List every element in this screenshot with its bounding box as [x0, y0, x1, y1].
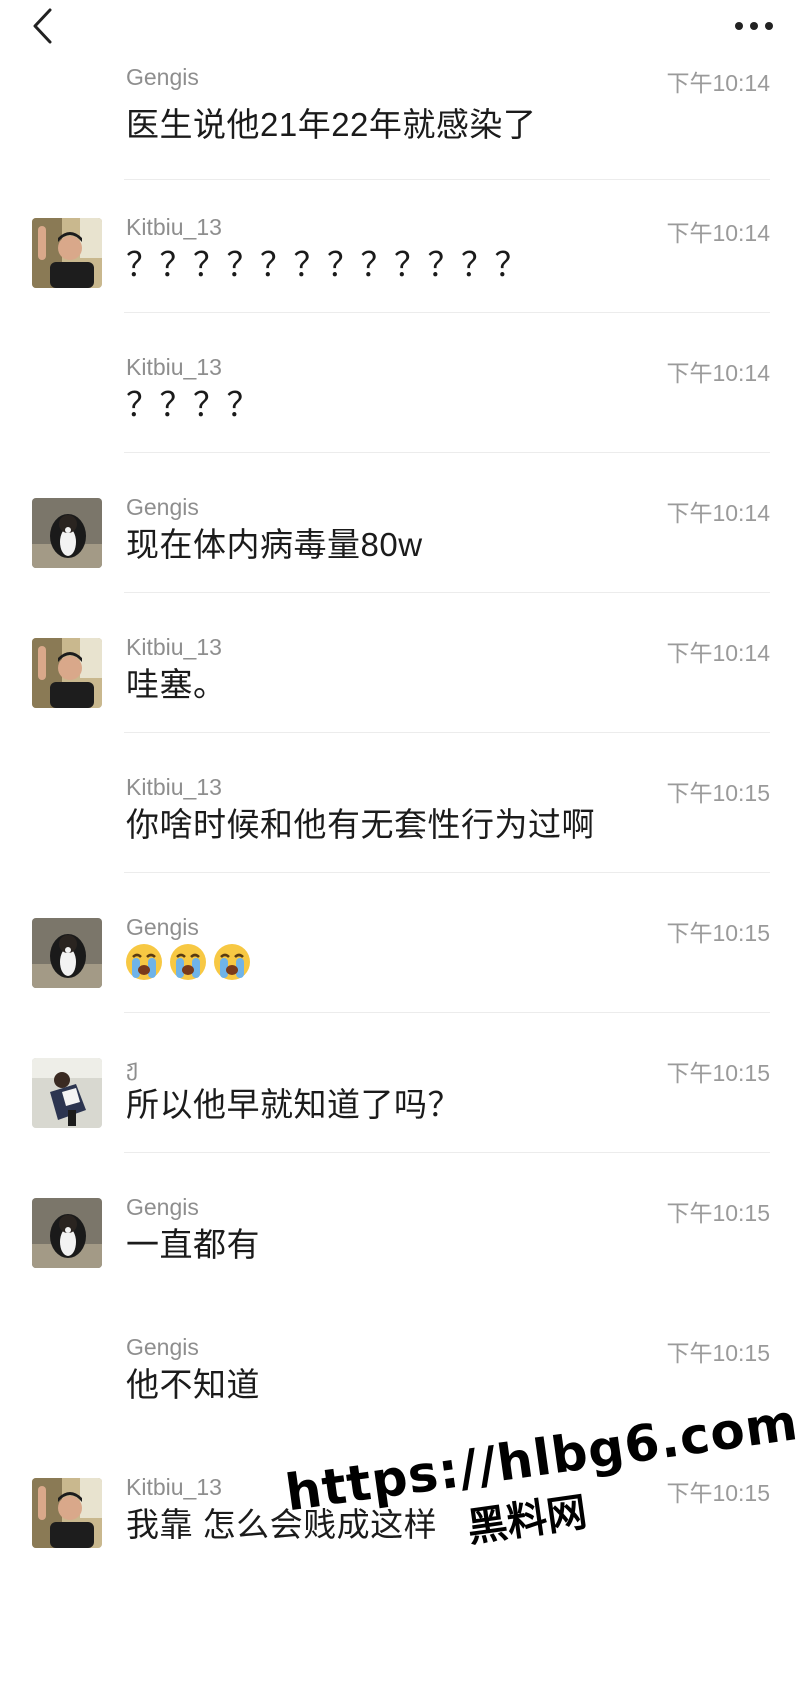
avatar-man-image [32, 218, 102, 288]
avatar-dog-image [32, 1198, 102, 1268]
message-text: 一直都有 [126, 1226, 260, 1263]
message-time: 下午10:15 [666, 1060, 770, 1086]
avatar-man-image [32, 638, 102, 708]
avatar[interactable] [32, 918, 102, 988]
divider [124, 872, 770, 873]
sender-name: ჟ [126, 1054, 138, 1080]
message-item[interactable]: Kitbiu_13 下午10:14 ？？？？？？？？？？？？ [0, 212, 800, 362]
divider [124, 592, 770, 593]
sender-name: Kitbiu_13 [126, 1474, 222, 1500]
message-item[interactable]: Gengis 下午10:15 [0, 912, 800, 1062]
sender-name: Gengis [126, 1334, 199, 1360]
message-time: 下午10:14 [666, 70, 770, 96]
message-item[interactable]: Gengis 下午10:14 现在体内病毒量80w [0, 492, 800, 642]
chevron-left-icon [33, 8, 52, 44]
message-item[interactable]: Kitbiu_13 下午10:14 哇塞。 [0, 632, 800, 782]
message-time: 下午10:15 [666, 920, 770, 946]
avatar[interactable] [32, 638, 102, 708]
sender-name: Kitbiu_13 [126, 354, 222, 380]
more-options-button[interactable] [730, 8, 778, 44]
sender-name: Kitbiu_13 [126, 214, 222, 240]
message-text: ？？？？？？？？？？？？ [126, 246, 528, 283]
top-bar [0, 0, 800, 64]
message-text: 哇塞。 [126, 666, 227, 703]
more-horizontal-icon [735, 22, 773, 30]
message-time: 下午10:15 [666, 1200, 770, 1226]
divider [124, 732, 770, 733]
sender-name: Kitbiu_13 [126, 774, 222, 800]
divider [124, 179, 770, 180]
message-time: 下午10:15 [666, 780, 770, 806]
message-text: 医生说他21年22年就感染了 [126, 106, 537, 143]
message-item[interactable]: Kitbiu_13 下午10:14 ？？？？ [0, 352, 800, 502]
message-item[interactable]: ჟ 下午10:15 所以他早就知道了吗？ [0, 1052, 800, 1202]
message-item[interactable]: Gengis 下午10:15 一直都有 [0, 1192, 800, 1342]
crying-face-icon [214, 944, 250, 980]
sender-name: Gengis [126, 914, 199, 940]
sender-name: Gengis [126, 64, 199, 90]
message-time: 下午10:14 [666, 640, 770, 666]
message-text: 你啥时候和他有无套性行为过啊 [126, 806, 595, 843]
avatar[interactable] [32, 498, 102, 568]
message-time: 下午10:15 [666, 1340, 770, 1366]
message-text: 他不知道 [126, 1366, 260, 1403]
avatar[interactable] [32, 1058, 102, 1128]
crying-face-icon [170, 944, 206, 980]
message-time: 下午10:14 [666, 220, 770, 246]
divider [124, 1152, 770, 1153]
message-item[interactable]: Kitbiu_13 下午10:15 你啥时候和他有无套性行为过啊 [0, 772, 800, 922]
message-item[interactable]: Gengis 下午10:14 医生说他21年22年就感染了 [0, 62, 800, 212]
sender-name: Gengis [126, 494, 199, 520]
avatar-dog-image [32, 918, 102, 988]
divider [124, 1012, 770, 1013]
avatar[interactable] [32, 1478, 102, 1548]
divider [124, 312, 770, 313]
message-text: 所以他早就知道了吗？ [126, 1086, 461, 1123]
message-time: 下午10:14 [666, 360, 770, 386]
sender-name: Kitbiu_13 [126, 634, 222, 660]
message-text: 现在体内病毒量80w [126, 526, 423, 563]
emoji-row [124, 942, 252, 982]
avatar[interactable] [32, 1198, 102, 1268]
crying-face-icon [126, 944, 162, 980]
back-button[interactable] [22, 6, 62, 46]
avatar[interactable] [32, 218, 102, 288]
avatar-man-image [32, 1478, 102, 1548]
avatar-person-image [32, 1058, 102, 1128]
message-text: ？？？？ [126, 386, 260, 423]
message-time: 下午10:14 [666, 500, 770, 526]
avatar-dog-image [32, 498, 102, 568]
divider [124, 452, 770, 453]
sender-name: Gengis [126, 1194, 199, 1220]
